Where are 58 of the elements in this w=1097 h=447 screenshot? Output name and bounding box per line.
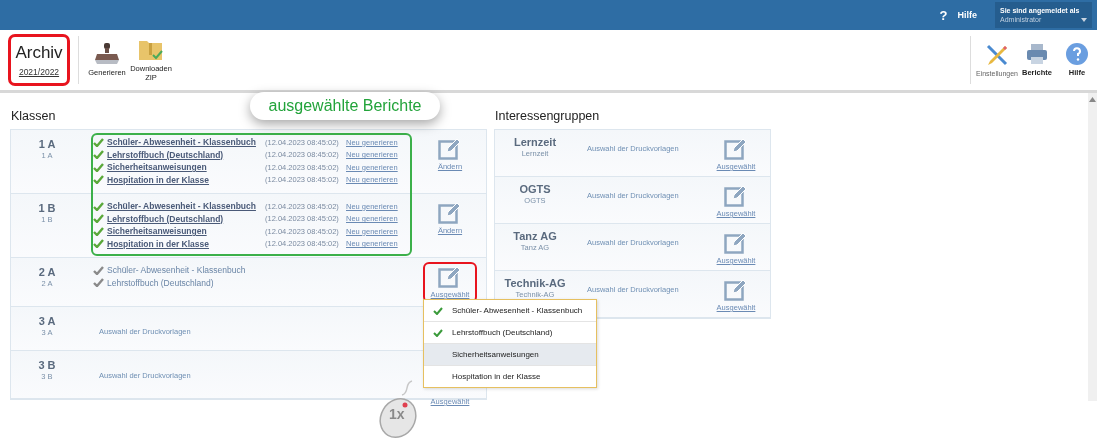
group-name: OGTS [519,183,551,195]
check-icon [93,239,104,249]
section-heading: Klassen [11,109,57,123]
printer-icon [1025,42,1049,67]
check-icon [93,162,104,172]
report-link[interactable]: Hospitation in der Klasse [107,238,262,249]
stamp-icon [94,42,120,67]
report-link[interactable]: Schüler- Abwesenheit - Klassenbuch [107,137,262,148]
callout-label: ausgewählte Berichte [250,92,440,120]
check-icon [93,137,104,147]
check-icon [93,150,104,160]
check-icon [93,278,104,288]
check-icon [93,175,104,185]
report-name: Lehrstoffbuch (Deutschland) [107,277,214,288]
tools-icon [985,42,1009,67]
archive-selector[interactable]: Archiv 2021/2022 [8,34,70,86]
class-name: 2 A [38,266,56,278]
archive-title: Archiv [15,43,63,63]
click-count-label: 1x [389,406,405,422]
report-link[interactable]: Lehrstoffbuch (Deutschland) [107,213,262,224]
class-name: 3 A [38,315,56,327]
report-link[interactable]: Schüler- Abwesenheit - Klassenbuch [107,201,262,212]
edit-icon [724,185,748,207]
check-icon [433,306,443,315]
scrollbar[interactable] [1088,93,1097,401]
scroll-up-icon[interactable] [1089,97,1096,102]
check-icon [433,328,443,337]
menu-item[interactable]: Schüler- Abwesenheit - Klassenbuch [424,300,596,322]
help-link[interactable]: Hilfe [957,10,977,20]
check-icon [93,201,104,211]
help-icon[interactable]: ? [939,7,948,23]
edit-icon [724,232,748,254]
report-link[interactable]: Sicherheitsanweisungen [107,226,262,237]
class-name: 3 B [38,359,56,371]
caret-icon [1081,18,1087,22]
check-icon [93,265,104,275]
group-name: Technik-AG [504,277,566,289]
menu-item[interactable]: Hospitation in der Klasse [424,366,596,387]
edit-icon [724,279,748,301]
check-icon [93,226,104,236]
report-name: Schüler- Abwesenheit - Klassenbuch [107,265,246,276]
edit-icon [438,138,462,160]
year-link[interactable]: 2021/2022 [18,67,60,77]
class-name: 1 B [38,202,56,214]
report-link[interactable]: Sicherheitsanweisungen [107,162,262,173]
group-name: Lernzeit [513,136,557,148]
edit-icon [438,266,462,288]
check-icon [93,214,104,224]
section-heading: Interessengruppen [495,109,601,123]
folder-icon [138,38,164,63]
menu-item[interactable]: Sicherheitsanweisungen [424,344,596,366]
edit-icon [724,138,748,160]
help-icon [1065,42,1089,67]
group-name: Tanz AG [513,230,557,242]
edit-icon [438,202,462,224]
class-name: 1 A [38,138,56,150]
report-link[interactable]: Lehrstoffbuch (Deutschland) [107,149,262,160]
report-link[interactable]: Hospitation in der Klasse [107,174,262,185]
